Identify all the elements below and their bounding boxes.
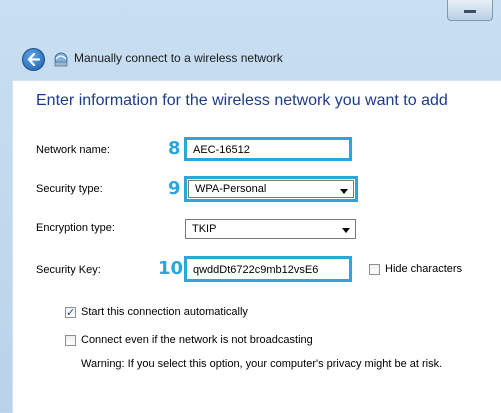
security-type-value: WPA-Personal — [195, 183, 267, 195]
step-marker-10: 10 — [158, 258, 184, 279]
page-heading: Enter information for the wireless netwo… — [36, 92, 448, 109]
security-type-dropdown[interactable]: WPA-Personal — [188, 180, 354, 198]
step-marker-8: 8 — [168, 138, 181, 159]
network-name-input[interactable]: AEC-16512 — [184, 137, 352, 161]
minimize-button[interactable] — [447, 0, 493, 21]
wireless-network-icon — [54, 52, 68, 67]
security-type-select[interactable]: WPA-Personal — [184, 176, 358, 202]
minimize-icon — [464, 10, 476, 13]
security-key-value: qwddDt6722c9mb12vsE6 — [193, 264, 319, 276]
chevron-down-icon — [342, 228, 350, 233]
chevron-down-icon — [340, 189, 348, 194]
hide-characters-label: Hide characters — [385, 263, 463, 275]
security-type-label: Security type: — [36, 183, 103, 195]
connect-even-label: Connect even if the network is not broad… — [81, 334, 313, 346]
connect-even-checkbox[interactable] — [65, 335, 76, 346]
network-name-label: Network name: — [36, 144, 110, 156]
window-title: Manually connect to a wireless network — [74, 51, 283, 65]
step-marker-9: 9 — [168, 178, 181, 199]
start-auto-checkbox[interactable]: ✓ — [65, 306, 76, 319]
start-auto-label: Start this connection automatically — [81, 306, 248, 318]
back-arrow-icon — [27, 53, 40, 66]
network-name-value: AEC-16512 — [193, 144, 250, 156]
back-button[interactable] — [22, 48, 45, 71]
encryption-type-value: TKIP — [192, 223, 217, 235]
encryption-type-label: Encryption type: — [36, 222, 115, 234]
security-key-input[interactable]: qwddDt6722c9mb12vsE6 — [184, 256, 352, 282]
hide-characters-checkbox[interactable] — [369, 264, 380, 275]
privacy-warning: Warning: If you select this option, your… — [81, 358, 443, 370]
checkmark-icon: ✓ — [66, 306, 76, 319]
encryption-type-select[interactable]: TKIP — [185, 219, 356, 239]
security-key-label: Security Key: — [36, 264, 101, 276]
